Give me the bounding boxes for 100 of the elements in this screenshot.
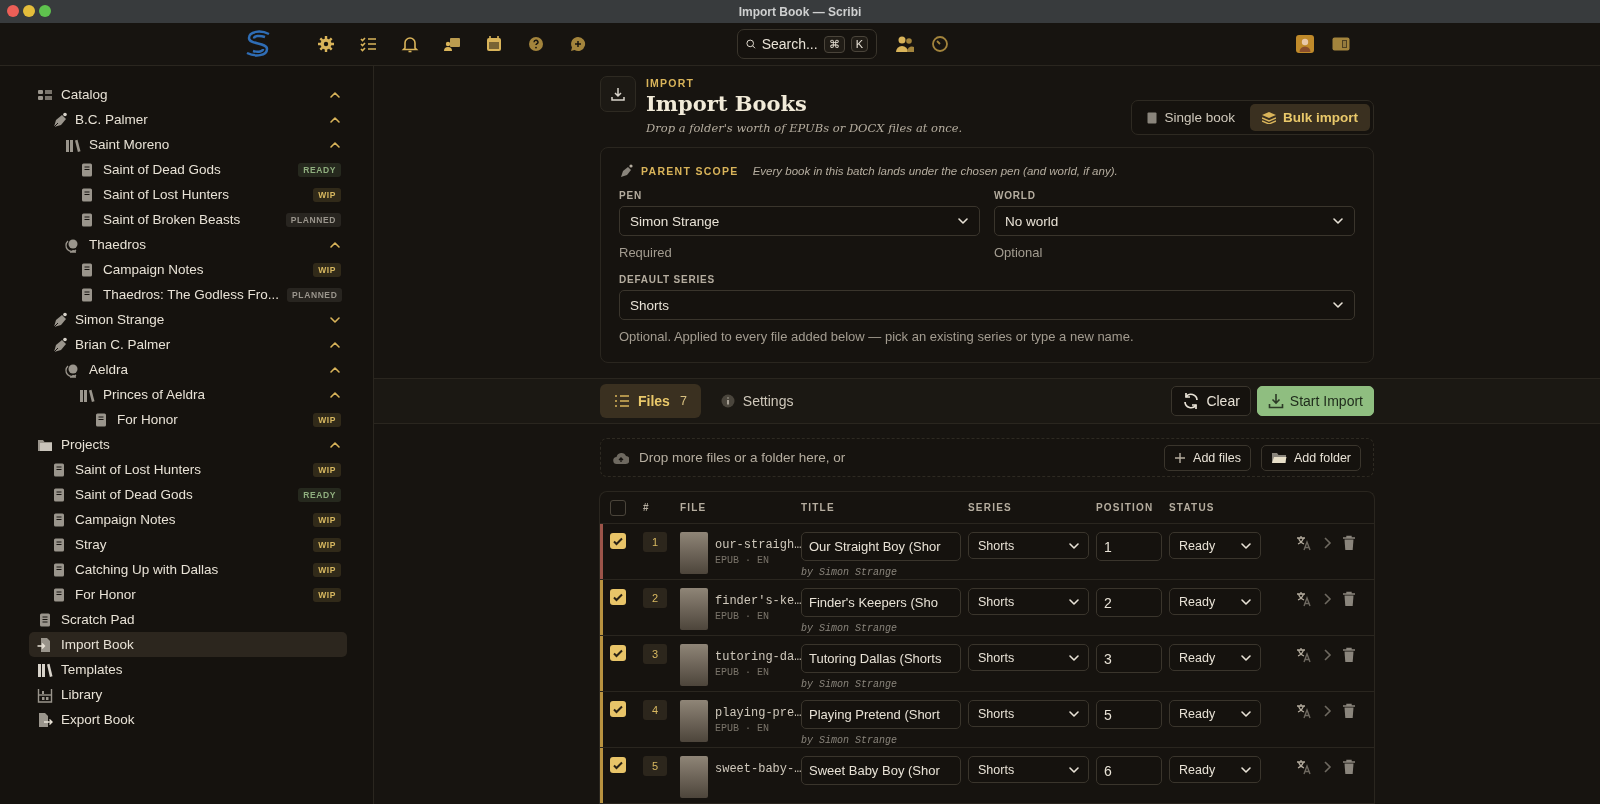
- people-icon[interactable]: [895, 35, 915, 53]
- sidebar-item[interactable]: Campaign Notes WIP: [29, 507, 347, 532]
- sidebar-item[interactable]: For Honor WIP: [29, 582, 347, 607]
- position-field[interactable]: 3: [1096, 644, 1162, 673]
- dropdown-field[interactable]: Shorts: [619, 290, 1355, 320]
- sidebar-item[interactable]: Aeldra: [29, 357, 347, 382]
- chevron-down-icon[interactable]: [957, 215, 969, 227]
- section-note: Every book in this batch lands under the chosen pen (and world, if any).: [752, 165, 1118, 177]
- sidebar-item[interactable]: Simon Strange: [29, 307, 347, 332]
- chevron-right-icon[interactable]: [1322, 591, 1332, 607]
- checkbox[interactable]: [610, 645, 626, 661]
- position-field[interactable]: 6: [1096, 756, 1162, 785]
- presentation-icon[interactable]: [443, 35, 461, 53]
- sidebar-item[interactable]: Campaign Notes WIP: [29, 257, 347, 282]
- tab[interactable]: Settings: [706, 384, 808, 418]
- title-field[interactable]: Finder's Keepers (Sho: [801, 588, 961, 617]
- translate-icon[interactable]: [1296, 535, 1312, 551]
- position-field[interactable]: 5: [1096, 700, 1162, 729]
- title-field[interactable]: Playing Pretend (Short: [801, 700, 961, 729]
- sidebar-item[interactable]: Saint of Lost Hunters WIP: [29, 457, 347, 482]
- series-dropdown[interactable]: Shorts: [968, 756, 1089, 783]
- series-dropdown[interactable]: Shorts: [968, 532, 1089, 559]
- start-import-button[interactable]: Start Import: [1256, 386, 1374, 416]
- sidebar-item[interactable]: Saint Moreno: [29, 132, 347, 157]
- translate-icon[interactable]: [1296, 647, 1312, 663]
- panel-toggle-icon[interactable]: [1332, 37, 1350, 51]
- trash-icon[interactable]: [1342, 703, 1356, 719]
- add-folder-button[interactable]: Add folder: [1261, 444, 1361, 471]
- translate-icon[interactable]: [1296, 759, 1312, 775]
- sidebar-item[interactable]: Thaedros: The Godless Fro... PLANNED: [29, 282, 347, 307]
- trash-icon[interactable]: [1342, 591, 1356, 607]
- checkbox[interactable]: [610, 701, 626, 717]
- sidebar-item[interactable]: Brian C. Palmer: [29, 332, 347, 357]
- chevron-down-icon[interactable]: [1332, 299, 1344, 311]
- sidebar-item[interactable]: Princes of Aeldra: [29, 382, 347, 407]
- sidebar-item[interactable]: Saint of Broken Beasts PLANNED: [29, 207, 347, 232]
- dropdown-field[interactable]: No world: [994, 206, 1355, 236]
- chevron-down-icon[interactable]: [1332, 215, 1344, 227]
- title-field[interactable]: Our Straight Boy (Shor: [801, 532, 961, 561]
- bell-icon[interactable]: [401, 35, 419, 53]
- sidebar-item[interactable]: Saint of Lost Hunters WIP: [29, 182, 347, 207]
- avatar-icon[interactable]: [1296, 35, 1314, 53]
- sidebar-item[interactable]: Thaedros: [29, 232, 347, 257]
- mode-option[interactable]: Single book: [1135, 104, 1247, 131]
- chevron-right-icon[interactable]: [1322, 759, 1332, 775]
- minimize-window-button[interactable]: [23, 5, 35, 17]
- sidebar-item[interactable]: B.C. Palmer: [29, 107, 347, 132]
- close-window-button[interactable]: [7, 5, 19, 17]
- chevron-right-icon[interactable]: [1322, 647, 1332, 663]
- series-dropdown[interactable]: Shorts: [968, 644, 1089, 671]
- trash-icon[interactable]: [1342, 647, 1356, 663]
- sidebar-item[interactable]: Scratch Pad: [29, 607, 347, 632]
- window-title: Import Book — Scribi: [738, 4, 862, 19]
- trash-icon[interactable]: [1342, 535, 1356, 551]
- calendar-icon[interactable]: [485, 35, 503, 53]
- status-badge: READY: [298, 487, 341, 502]
- zoom-window-button[interactable]: [39, 5, 51, 17]
- sidebar-item[interactable]: Export Book: [29, 707, 347, 732]
- sidebar-item[interactable]: Stray WIP: [29, 532, 347, 557]
- sidebar-item[interactable]: Import Book: [29, 632, 347, 657]
- checkbox[interactable]: [610, 757, 626, 773]
- sidebar-item[interactable]: Templates: [29, 657, 347, 682]
- title-field[interactable]: Sweet Baby Boy (Shor: [801, 756, 961, 785]
- series-dropdown[interactable]: Shorts: [968, 700, 1089, 727]
- sidebar-item[interactable]: Saint of Dead Gods READY: [29, 482, 347, 507]
- checkbox[interactable]: [610, 500, 626, 516]
- sidebar-item[interactable]: Projects: [29, 432, 347, 457]
- clear-button[interactable]: Clear: [1171, 386, 1251, 416]
- dropdown-field[interactable]: Simon Strange: [619, 206, 980, 236]
- add-files-button[interactable]: Add files: [1164, 444, 1251, 471]
- sidebar-item[interactable]: Catalog: [29, 82, 347, 107]
- chat-add-icon[interactable]: [569, 35, 587, 53]
- tab[interactable]: Files 7: [600, 384, 701, 418]
- status-dropdown[interactable]: Ready: [1169, 644, 1261, 671]
- help-icon[interactable]: [527, 35, 545, 53]
- sidebar-item[interactable]: For Honor WIP: [29, 407, 347, 432]
- import-button[interactable]: [600, 76, 636, 112]
- search-field[interactable]: Search... ⌘ K: [737, 29, 877, 59]
- chevron-right-icon[interactable]: [1322, 535, 1332, 551]
- checkbox[interactable]: [610, 589, 626, 605]
- series-dropdown[interactable]: Shorts: [968, 588, 1089, 615]
- settings-icon[interactable]: [317, 35, 335, 53]
- status-dropdown[interactable]: Ready: [1169, 532, 1261, 559]
- timer-icon[interactable]: [931, 35, 949, 53]
- sidebar-item[interactable]: Catching Up with Dallas WIP: [29, 557, 347, 582]
- translate-icon[interactable]: [1296, 591, 1312, 607]
- position-field[interactable]: 2: [1096, 588, 1162, 617]
- title-field[interactable]: Tutoring Dallas (Shorts: [801, 644, 961, 673]
- checkbox[interactable]: [610, 533, 626, 549]
- trash-icon[interactable]: [1342, 759, 1356, 775]
- status-dropdown[interactable]: Ready: [1169, 756, 1261, 783]
- sidebar-item[interactable]: Saint of Dead Gods READY: [29, 157, 347, 182]
- position-field[interactable]: 1: [1096, 532, 1162, 561]
- translate-icon[interactable]: [1296, 703, 1312, 719]
- sidebar-item[interactable]: Library: [29, 682, 347, 707]
- status-dropdown[interactable]: Ready: [1169, 700, 1261, 727]
- chevron-right-icon[interactable]: [1322, 703, 1332, 719]
- status-dropdown[interactable]: Ready: [1169, 588, 1261, 615]
- mode-option[interactable]: Bulk import: [1250, 104, 1370, 131]
- checklist-icon[interactable]: [359, 35, 377, 53]
